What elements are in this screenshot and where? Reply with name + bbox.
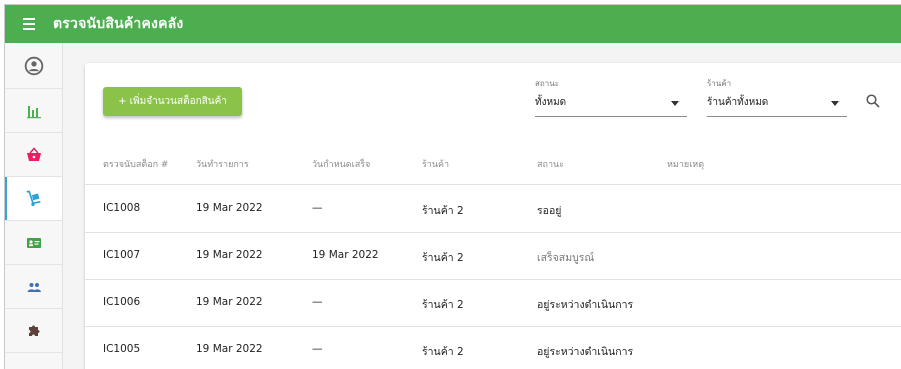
hand-truck-icon	[26, 190, 41, 207]
cell-due-date: —	[312, 296, 323, 308]
add-stock-count-button[interactable]: + เพิ่มจำนวนสต็อกสินค้า	[103, 87, 242, 116]
column-header[interactable]: วันทำรายการ	[196, 157, 249, 171]
dropdown-arrow-icon	[671, 101, 679, 106]
sidebar-item-employees[interactable]	[5, 265, 62, 309]
cell-store: ร้านค้า 2	[422, 252, 464, 264]
table-row[interactable]: IC1007 19 Mar 2022 19 Mar 2022 ร้านค้า 2…	[85, 233, 901, 280]
bar-chart-icon	[26, 105, 41, 118]
puzzle-icon	[28, 325, 39, 336]
cell-status: รออยู่	[537, 205, 562, 217]
inventory-count-card: + เพิ่มจำนวนสต็อกสินค้า สถานะ ทั้งหมด ร้…	[85, 63, 901, 369]
id-card-icon	[26, 237, 41, 248]
cell-store: ร้านค้า 2	[422, 205, 464, 217]
cell-count-id: IC1006	[103, 296, 141, 308]
cell-due-date: —	[312, 343, 323, 355]
store-filter-value: ร้านค้าทั้งหมด	[707, 97, 769, 108]
sidebar-item-customers[interactable]	[5, 221, 62, 265]
sidebar-item-account[interactable]	[5, 43, 62, 89]
menu-icon[interactable]	[5, 5, 53, 43]
store-filter-select[interactable]: ร้านค้า ร้านค้าทั้งหมด	[707, 77, 847, 117]
sidebar-item-sales[interactable]	[5, 133, 62, 177]
sidebar-item-addons[interactable]	[5, 309, 62, 353]
status-filter-label: สถานะ	[535, 79, 559, 88]
cell-store: ร้านค้า 2	[422, 346, 464, 358]
column-header[interactable]: ตรวจนับสต็อก #	[103, 157, 168, 171]
cell-date: 19 Mar 2022	[196, 343, 263, 355]
cell-status: เสร็จสมบูรณ์	[537, 252, 595, 264]
cell-date: 19 Mar 2022	[196, 296, 263, 308]
cell-count-id: IC1005	[103, 343, 141, 355]
table-header: ตรวจนับสต็อก # วันทำรายการ วันกำหนดเสร็จ…	[85, 157, 901, 185]
sidebar-item-inventory[interactable]	[5, 177, 62, 221]
status-filter-select[interactable]: สถานะ ทั้งหมด	[535, 77, 687, 117]
cell-due-date: —	[312, 202, 323, 214]
column-header[interactable]: ร้านค้า	[422, 157, 449, 171]
cell-store: ร้านค้า 2	[422, 299, 464, 311]
table-row[interactable]: IC1005 19 Mar 2022 — ร้านค้า 2 อยู่ระหว่…	[85, 327, 901, 369]
top-app-bar: ตรวจนับสินค้าคงคลัง	[5, 5, 901, 43]
status-filter-value: ทั้งหมด	[535, 97, 567, 108]
table-row[interactable]: IC1008 19 Mar 2022 — ร้านค้า 2 รออยู่	[85, 186, 901, 233]
cell-due-date: 19 Mar 2022	[312, 249, 379, 261]
sidebar	[5, 43, 63, 369]
shopping-basket-icon	[26, 146, 41, 161]
cell-count-id: IC1007	[103, 249, 141, 261]
cell-status: อยู่ระหว่างดำเนินการ	[537, 299, 634, 311]
app-window: ตรวจนับสินค้าคงคลัง + เพิ่มจำนวนสต็อกสิน…	[4, 4, 901, 369]
cell-status: อยู่ระหว่างดำเนินการ	[537, 346, 634, 358]
account-circle-icon	[24, 56, 43, 75]
search-icon[interactable]	[865, 93, 881, 109]
page-title: ตรวจนับสินค้าคงคลัง	[53, 16, 184, 32]
table-row[interactable]: IC1006 19 Mar 2022 — ร้านค้า 2 อยู่ระหว่…	[85, 280, 901, 327]
dropdown-arrow-icon	[831, 101, 839, 106]
cell-date: 19 Mar 2022	[196, 202, 263, 214]
column-header[interactable]: สถานะ	[537, 157, 564, 171]
sidebar-item-reports[interactable]	[5, 89, 62, 133]
people-icon	[27, 282, 41, 292]
column-header[interactable]: หมายเหตุ	[667, 157, 704, 171]
cell-count-id: IC1008	[103, 202, 141, 214]
column-header[interactable]: วันกำหนดเสร็จ	[312, 157, 370, 171]
store-filter-label: ร้านค้า	[707, 79, 732, 88]
cell-date: 19 Mar 2022	[196, 249, 263, 261]
